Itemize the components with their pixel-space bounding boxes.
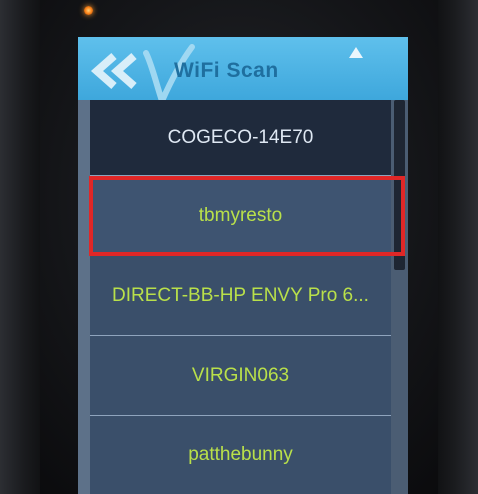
back-button[interactable] [82, 51, 144, 91]
network-item[interactable]: DIRECT-BB-HP ENVY Pro 6... [90, 256, 391, 336]
network-item[interactable]: patthebunny [90, 416, 391, 494]
touch-screen: WiFi Scan COGECO-14E70 tbmyresto DIRECT-… [78, 37, 408, 494]
network-ssid: tbmyresto [198, 204, 283, 226]
network-item[interactable]: COGECO-14E70 [90, 100, 391, 176]
title-bar: WiFi Scan [78, 37, 408, 105]
double-chevron-left-icon [90, 53, 137, 89]
page-title: WiFi Scan [174, 59, 279, 82]
chevron-up-icon [349, 47, 363, 58]
network-item[interactable]: VIRGIN063 [90, 336, 391, 416]
network-ssid: VIRGIN063 [191, 364, 290, 386]
network-ssid: DIRECT-BB-HP ENVY Pro 6... [112, 284, 369, 306]
list-gutter [78, 100, 90, 494]
device-photo: WiFi Scan COGECO-14E70 tbmyresto DIRECT-… [0, 0, 478, 494]
network-list: COGECO-14E70 tbmyresto DIRECT-BB-HP ENVY… [78, 100, 408, 494]
scroll-up-button[interactable] [344, 43, 368, 63]
network-item[interactable]: tbmyresto [90, 176, 391, 256]
device-bezel-right [438, 0, 478, 494]
status-led [84, 6, 93, 15]
scrollbar-thumb[interactable] [394, 100, 405, 270]
device-bezel-left [0, 0, 40, 494]
network-ssid: COGECO-14E70 [167, 126, 314, 148]
network-ssid: patthebunny [188, 444, 293, 465]
